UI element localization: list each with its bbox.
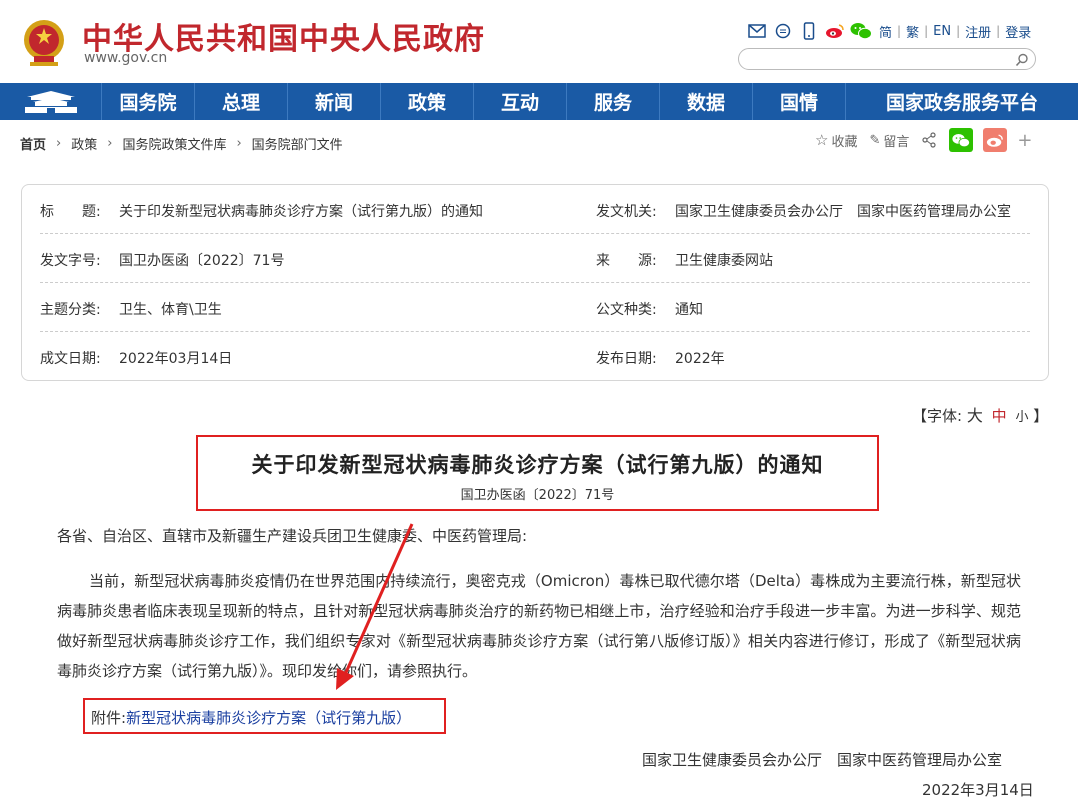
tiananmen-icon[interactable]: [0, 83, 102, 120]
english-link[interactable]: EN: [933, 24, 951, 39]
document-date: 2022年3月14日: [922, 781, 1034, 799]
wechat-share-icon[interactable]: [949, 128, 974, 152]
doc-number-label: 发文字号:: [40, 253, 101, 269]
font-size-large[interactable]: 大: [967, 406, 983, 425]
nav-item-interaction[interactable]: 互动: [474, 83, 567, 120]
font-size-suffix: 】: [1033, 407, 1049, 425]
wechat-icon[interactable]: [850, 21, 872, 41]
attachment-link[interactable]: 新型冠状病毒肺炎诊疗方案（试行第九版）: [126, 709, 411, 727]
font-size-control: 【字体: 大 中 小 】: [912, 402, 1048, 426]
separator: |: [924, 24, 929, 38]
mail-icon[interactable]: [746, 21, 768, 41]
nav-item-policy[interactable]: 政策: [381, 83, 474, 120]
breadcrumb-home[interactable]: 首页: [20, 134, 46, 153]
info-row: 成文日期: 2022年03月14日 发布日期: 2022年: [40, 332, 1030, 381]
more-share-icon[interactable]: +: [1017, 130, 1032, 151]
favorite-button[interactable]: ☆ 收藏: [815, 131, 857, 150]
nav-item-news[interactable]: 新闻: [288, 83, 381, 120]
nav-item-data[interactable]: 数据: [660, 83, 753, 120]
nav-item-national-info[interactable]: 国情: [753, 83, 846, 120]
main-nav: 国务院 总理 新闻 政策 互动 服务 数据 国情 国家政务服务平台: [0, 83, 1078, 120]
document-salutation: 各省、自治区、直辖市及新疆生产建设兵团卫生健康委、中医药管理局:: [57, 527, 528, 545]
nav-item-premier[interactable]: 总理: [195, 83, 288, 120]
document-number: 国卫办医函〔2022〕71号: [460, 488, 615, 503]
search-input[interactable]: [738, 48, 1036, 70]
nav-item-state-council[interactable]: 国务院: [102, 83, 195, 120]
breadcrumb: 首页 › 政策 › 国务院政策文件库 › 国务院部门文件: [20, 134, 343, 153]
nav-item-gov-service-platform[interactable]: 国家政务服务平台: [846, 83, 1078, 120]
search-icon[interactable]: [1015, 52, 1029, 67]
info-row: 主题分类: 卫生、体育\卫生 公文种类: 通知: [40, 283, 1030, 332]
login-link[interactable]: 登录: [1005, 22, 1031, 41]
comment-label: 留言: [883, 134, 910, 150]
separator: |: [897, 24, 902, 38]
doc-number-value: 国卫办医函〔2022〕71号: [119, 253, 285, 269]
share-tools: ☆ 收藏 ✎ 留言 +: [815, 128, 1032, 152]
attachment-highlight-box: 附件:新型冠状病毒肺炎诊疗方案（试行第九版）: [83, 698, 446, 734]
category-label: 主题分类:: [40, 302, 101, 318]
source-label: 来 源:: [596, 253, 657, 269]
site-url[interactable]: www.gov.cn: [84, 50, 167, 66]
title-highlight-box: 关于印发新型冠状病毒肺炎诊疗方案（试行第九版）的通知 国卫办医函〔2022〕71…: [196, 435, 879, 511]
category-value: 卫生、体育\卫生: [119, 302, 222, 318]
title-label: 标 题:: [40, 204, 101, 220]
font-size-prefix: 【字体:: [912, 407, 963, 425]
star-icon: ☆: [815, 131, 829, 149]
top-tools: 简 | 繁 | EN | 注册 | 登录: [746, 20, 1034, 42]
comment-button[interactable]: ✎ 留言: [869, 131, 909, 150]
site-header: 中华人民共和国中央人民政府 www.gov.cn 简 | 繁 | EN | 注册…: [0, 0, 1078, 83]
share-icon[interactable]: [921, 132, 937, 148]
message-icon[interactable]: [772, 21, 794, 41]
chevron-right-icon: ›: [56, 136, 62, 151]
info-row: 标 题: 关于印发新型冠状病毒肺炎诊疗方案（试行第九版）的通知 发文机关: 国家…: [40, 185, 1030, 234]
attachment: 附件:新型冠状病毒肺炎诊疗方案（试行第九版）: [91, 707, 411, 728]
chevron-right-icon: ›: [236, 136, 242, 151]
pencil-icon: ✎: [869, 132, 881, 148]
chevron-right-icon: ›: [107, 136, 113, 151]
source-value: 卫生健康委网站: [675, 253, 773, 269]
doc-type-value: 通知: [675, 302, 703, 318]
document-title: 关于印发新型冠状病毒肺炎诊疗方案（试行第九版）的通知: [251, 452, 824, 477]
breadcrumb-department-files[interactable]: 国务院部门文件: [252, 134, 343, 153]
published-date-value: 2022年: [675, 351, 725, 367]
nav-item-services[interactable]: 服务: [567, 83, 660, 120]
font-size-small[interactable]: 小: [1015, 410, 1028, 425]
written-date-label: 成文日期:: [40, 351, 101, 367]
weibo-icon[interactable]: [824, 21, 846, 41]
register-link[interactable]: 注册: [965, 22, 991, 41]
traditional-chinese-link[interactable]: 繁: [906, 22, 919, 41]
document-signature: 国家卫生健康委员会办公厅 国家中医药管理局办公室: [642, 751, 1003, 769]
document-paragraph: 当前，新型冠状病毒肺炎疫情仍在世界范围内持续流行，奥密克戎（Omicron）毒株…: [57, 572, 1021, 680]
separator: |: [956, 24, 961, 38]
font-size-medium[interactable]: 中: [992, 407, 1007, 425]
issuer-label: 发文机关:: [596, 204, 657, 220]
favorite-label: 收藏: [831, 134, 858, 150]
issuer-value: 国家卫生健康委员会办公厅 国家中医药管理局办公室: [675, 204, 1011, 220]
weibo-share-icon[interactable]: [983, 128, 1008, 152]
doc-type-label: 公文种类:: [596, 302, 657, 318]
breadcrumb-policy[interactable]: 政策: [71, 134, 97, 153]
attachment-label: 附件:: [91, 709, 127, 727]
title-value: 关于印发新型冠状病毒肺炎诊疗方案（试行第九版）的通知: [119, 204, 483, 220]
published-date-label: 发布日期:: [596, 351, 657, 367]
simplified-chinese-link[interactable]: 简: [879, 22, 892, 41]
written-date-value: 2022年03月14日: [119, 351, 233, 367]
national-emblem-icon[interactable]: [20, 18, 68, 68]
breadcrumb-policy-library[interactable]: 国务院政策文件库: [122, 134, 226, 153]
document-info-table: 标 题: 关于印发新型冠状病毒肺炎诊疗方案（试行第九版）的通知 发文机关: 国家…: [21, 184, 1049, 381]
mobile-icon[interactable]: [798, 21, 820, 41]
info-row: 发文字号: 国卫办医函〔2022〕71号 来 源: 卫生健康委网站: [40, 234, 1030, 283]
separator: |: [996, 24, 1001, 38]
